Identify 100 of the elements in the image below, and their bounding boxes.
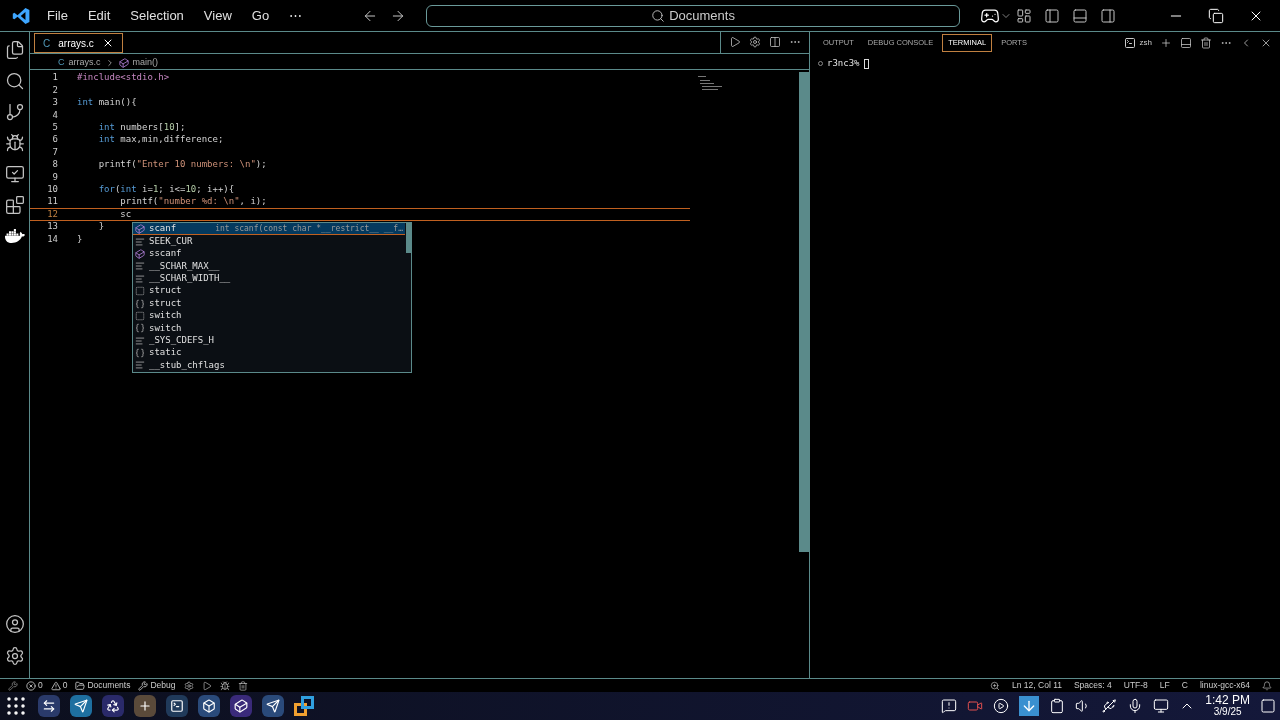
error-icon [26,680,36,691]
settings-icon[interactable] [4,646,25,666]
status-item[interactable]: Spaces: 4 [1073,679,1112,692]
clipboard-icon[interactable] [1049,698,1066,714]
camera-icon[interactable] [967,698,984,714]
code-line: } [77,232,83,246]
taskbar-app-icon[interactable] [70,695,92,717]
suggestion-item[interactable]: struct [133,297,405,310]
trash-icon[interactable] [1200,37,1212,49]
suggestion-icon [135,323,145,334]
sidebar-toggle-icon[interactable] [1044,7,1060,24]
breadcrumb-item[interactable]: main() [132,55,159,70]
layout-icon[interactable] [1016,7,1032,24]
debug-icon[interactable] [4,133,25,153]
explorer-icon[interactable] [4,40,25,60]
code-line: for(int i=1; i<=10; i++){ [97,182,235,196]
error-count[interactable]: 0 [38,679,43,692]
gear-icon[interactable] [183,680,194,691]
remote-explorer-icon[interactable] [4,164,25,184]
folder-icon [75,680,86,691]
settings-icon[interactable] [749,36,761,48]
scrollbar[interactable] [406,223,411,253]
breadcrumb-item[interactable]: arrays.c [68,55,101,70]
run-icon[interactable] [729,36,741,48]
apps-grid-icon[interactable] [4,694,28,718]
warning-count[interactable]: 0 [62,679,68,692]
bug-icon[interactable] [219,680,230,691]
taskbar-app-icon[interactable] [134,695,156,717]
taskbar-app-icon[interactable] [294,696,314,716]
line-number: 8 [51,158,58,172]
usb-icon[interactable] [1101,698,1118,714]
suggestion-icon [135,310,145,321]
search-icon[interactable] [651,8,666,23]
source-control-icon[interactable] [4,102,25,122]
trash-icon[interactable] [237,680,248,691]
desktop-icon[interactable] [1260,698,1276,714]
line-number: 11 [46,195,58,209]
suggestion-item[interactable]: struct [133,284,405,298]
menu-item[interactable]: Go [243,5,278,26]
editor-tab[interactable]: C arrays.c [34,33,123,53]
taskbar-app-icon[interactable] [262,695,284,717]
suggestion-item[interactable]: switch [133,309,405,323]
notice-icon[interactable] [941,698,958,714]
menu-item[interactable]: View [195,5,240,26]
suggestion-icon [135,348,145,359]
restore-icon[interactable] [1208,7,1224,24]
shell-name[interactable]: zsh [1139,37,1152,49]
status-item[interactable]: linux-gcc-x64 [1199,679,1250,692]
suggestion-icon [135,286,145,297]
suggestion-item[interactable]: _SYS_CDEFS_H [133,334,405,347]
search-icon[interactable] [4,71,25,91]
tools-icon [138,680,149,691]
split-editor-icon[interactable] [769,36,781,48]
add-icon[interactable] [1160,37,1172,49]
suggestion-item[interactable]: sscanf [133,247,405,261]
status-item[interactable]: Ln 12, Col 11 [1012,679,1062,692]
close-icon[interactable] [1260,37,1272,49]
whale-icon[interactable] [4,226,25,246]
suggestion-item[interactable]: SEEK_CUR [133,235,405,248]
clock-date[interactable]: 3/9/25 [1213,706,1242,717]
scrollbar[interactable] [799,72,809,552]
zoom-icon[interactable] [990,680,1000,691]
account-icon[interactable] [4,614,25,634]
status-item[interactable]: UTF-8 [1123,679,1148,692]
taskbar-app-icon[interactable] [102,695,124,717]
suggestion-item[interactable]: switch [133,322,405,335]
taskbar-app-icon[interactable] [166,695,188,717]
bell-icon[interactable] [1262,680,1272,691]
menu-item[interactable]: ⋯ [281,5,311,26]
panel-toggle-icon[interactable] [1072,7,1088,24]
menu-item[interactable]: Edit [79,5,119,26]
remote-icon[interactable] [8,680,18,691]
taskbar-app-icon[interactable] [230,695,252,717]
download-icon[interactable] [1019,696,1040,716]
taskbar-app-icon[interactable] [38,695,60,717]
search-field[interactable]: Documents [426,4,960,27]
suggestion-item[interactable]: scanf int scanf(const char *__restrict__ __f… [133,223,405,236]
split-icon[interactable] [1180,37,1192,49]
line-number: 2 [51,83,58,97]
clock-time[interactable]: 1:42 PM [1205,695,1250,706]
play-icon[interactable] [993,698,1010,714]
taskbar-app-icon[interactable] [198,695,220,717]
line-number: 4 [51,108,58,122]
secondary-sidebar-icon[interactable] [1100,7,1116,24]
suggestion-icon [135,335,145,346]
folder-status[interactable]: Documents [87,679,131,692]
debug-status[interactable]: Debug [150,679,176,692]
menu-item[interactable]: File [39,5,76,26]
run-icon[interactable] [201,680,212,691]
status-item[interactable]: LF [1159,679,1170,692]
suggestion-item[interactable]: __stub_chflags [133,359,405,372]
suggestion-item[interactable]: __SCHAR_WIDTH__ [133,272,405,285]
suggestion-item[interactable]: __SCHAR_MAX__ [133,260,405,273]
function-icon [118,57,129,68]
extensions-icon[interactable] [4,195,25,215]
line-number: 1 [51,71,58,85]
code-line: int numbers[10]; [97,121,186,134]
menu-item[interactable]: Selection [122,5,192,26]
status-item[interactable]: C [1181,679,1188,692]
suggestion-item[interactable]: static [133,346,405,360]
